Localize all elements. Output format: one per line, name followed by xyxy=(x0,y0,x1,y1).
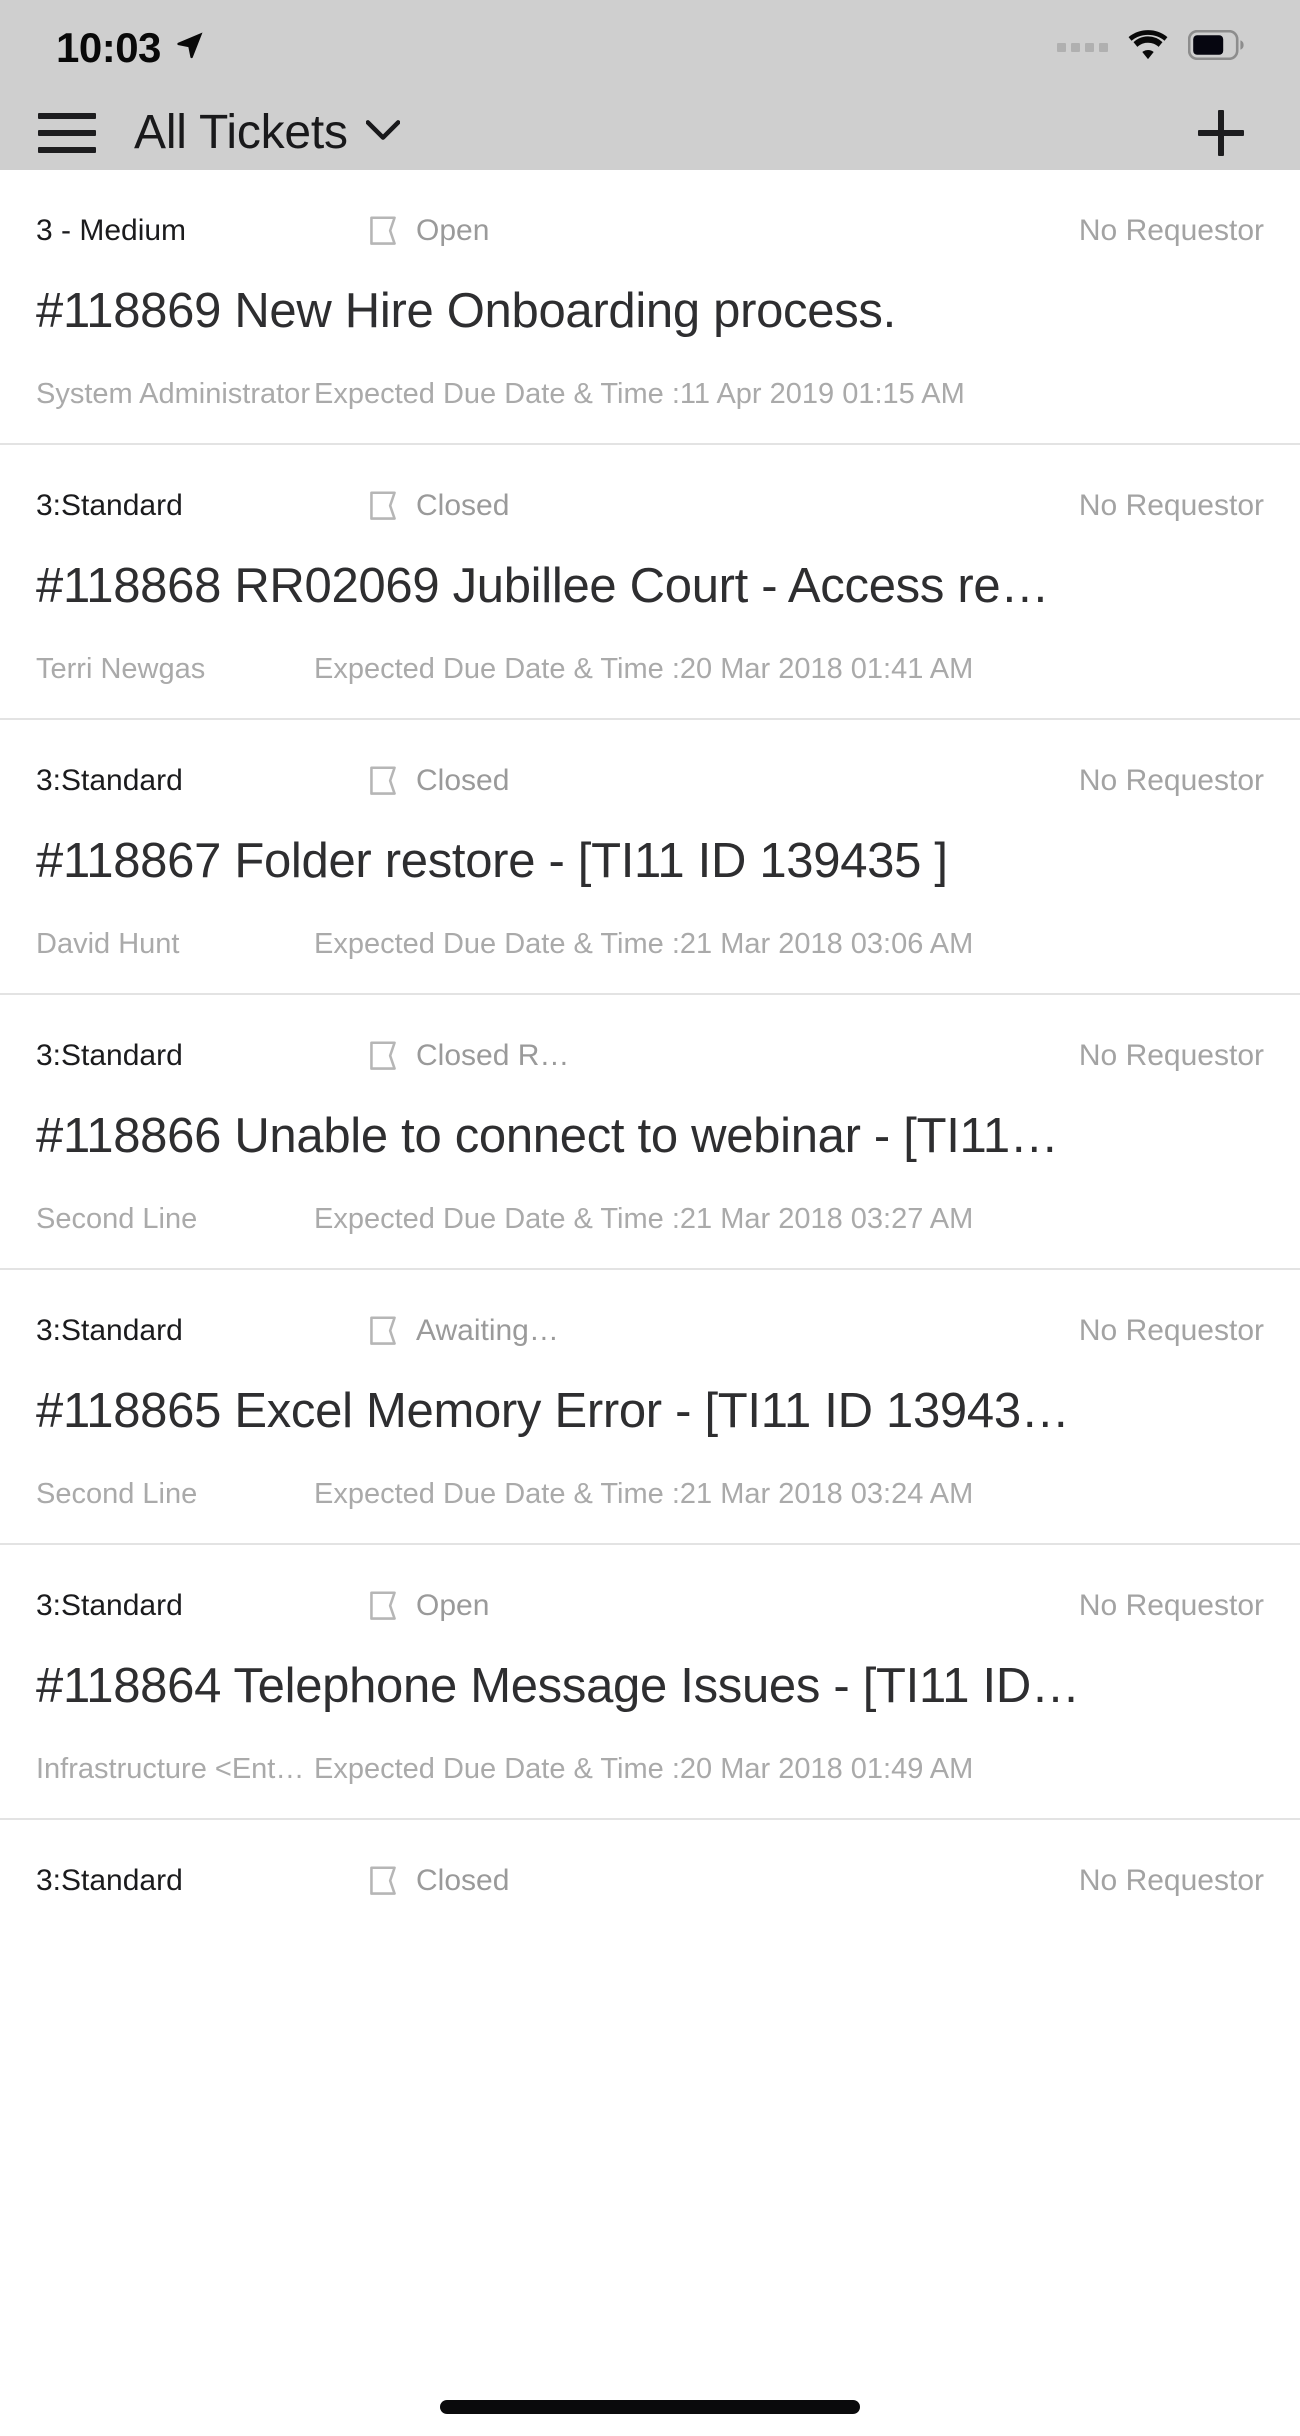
ticket-assignee: David Hunt xyxy=(36,929,180,959)
status-bar-right xyxy=(1057,29,1246,66)
ticket-footer-row: System Administrator Expected Due Date &… xyxy=(36,380,1264,409)
hamburger-menu-icon[interactable] xyxy=(38,110,96,156)
ticket-requestor: No Requestor xyxy=(1078,1590,1264,1621)
ticket-status: Awaiting… xyxy=(366,1314,766,1348)
ticket-meta-row: 3 - Medium Open No Requestor xyxy=(36,214,1264,248)
ticket-footer-row: David Hunt Expected Due Date & Time :21 … xyxy=(36,930,1264,959)
ticket-meta-row: 3:Standard Open No Requestor xyxy=(36,1589,1264,1623)
ticket-title: #118867 Folder restore - [TI11 ID 139435… xyxy=(36,835,948,888)
ticket-list-item[interactable]: 3:Standard Closed No Requestor #118868 R… xyxy=(0,445,1300,720)
chevron-down-icon xyxy=(365,119,401,146)
ticket-assignee: Infrastructure <Enter L… xyxy=(36,1754,314,1784)
wifi-icon xyxy=(1126,29,1170,66)
ticket-list-item[interactable]: 3:Standard Closed No Requestor xyxy=(0,1820,1300,1898)
ticket-status-label: Closed xyxy=(416,490,510,521)
ticket-requestor: No Requestor xyxy=(1078,1040,1264,1071)
app-root: 10:03 All Tickets 3 - Medium Open No Req… xyxy=(0,0,1300,2436)
ticket-meta-row: 3:Standard Closed R… No Requestor xyxy=(36,1039,1264,1073)
ticket-status: Open xyxy=(366,1589,766,1623)
ticket-list-item[interactable]: 3:Standard Open No Requestor #118864 Tel… xyxy=(0,1545,1300,1820)
view-selector[interactable]: All Tickets xyxy=(134,105,401,160)
flag-icon xyxy=(370,1591,396,1620)
ticket-footer-row: Terri Newgas Expected Due Date & Time :2… xyxy=(36,655,1264,684)
flag-icon xyxy=(370,1866,396,1895)
ticket-requestor: No Requestor xyxy=(1078,1315,1264,1346)
ticket-footer-row: Infrastructure <Enter L… Expected Due Da… xyxy=(36,1755,1264,1784)
ticket-status-label: Open xyxy=(416,216,490,246)
battery-icon xyxy=(1187,29,1246,65)
ticket-due-date: Expected Due Date & Time :21 Mar 2018 03… xyxy=(314,1204,974,1234)
ticket-priority: 3 - Medium xyxy=(36,216,187,246)
ticket-assignee: System Administrator xyxy=(36,379,310,409)
flag-icon xyxy=(370,216,396,245)
flag-icon xyxy=(370,1041,396,1070)
ticket-assignee: Second Line xyxy=(36,1479,198,1509)
ticket-meta-row: 3:Standard Closed No Requestor xyxy=(36,764,1264,798)
ticket-priority: 3:Standard xyxy=(36,1865,183,1896)
ticket-title: #118864 Telephone Message Issues - [TI11… xyxy=(36,1660,1080,1713)
status-bar-left: 10:03 xyxy=(56,24,205,72)
flag-icon xyxy=(370,1316,396,1345)
ticket-meta-row: 3:Standard Awaiting… No Requestor xyxy=(36,1314,1264,1348)
ticket-requestor: No Requestor xyxy=(1078,1865,1264,1896)
status-bar-clock: 10:03 xyxy=(56,23,161,71)
add-ticket-button[interactable] xyxy=(1190,102,1252,164)
flag-icon xyxy=(370,766,396,795)
flag-icon xyxy=(370,491,396,520)
ticket-due-date: Expected Due Date & Time :11 Apr 2019 01… xyxy=(314,379,965,409)
ticket-priority: 3:Standard xyxy=(36,1040,183,1071)
ticket-status: Closed xyxy=(366,764,766,798)
ticket-due-date: Expected Due Date & Time :21 Mar 2018 03… xyxy=(314,1479,974,1509)
ticket-status: Closed xyxy=(366,489,766,523)
ticket-meta-row: 3:Standard Closed No Requestor xyxy=(36,489,1264,523)
ticket-due-date: Expected Due Date & Time :20 Mar 2018 01… xyxy=(314,654,974,684)
ticket-status-label: Closed xyxy=(416,1865,510,1896)
ticket-priority: 3:Standard xyxy=(36,1590,183,1621)
ticket-footer-row: Second Line Expected Due Date & Time :21… xyxy=(36,1480,1264,1509)
ticket-list-item[interactable]: 3 - Medium Open No Requestor #118869 New… xyxy=(0,170,1300,445)
page-title: All Tickets xyxy=(134,106,348,159)
ticket-status-label: Closed xyxy=(416,765,510,796)
location-arrow-icon xyxy=(175,30,205,65)
ticket-priority: 3:Standard xyxy=(36,765,183,796)
ticket-assignee: Second Line xyxy=(36,1204,198,1234)
ticket-due-date: Expected Due Date & Time :20 Mar 2018 01… xyxy=(314,1754,974,1784)
ticket-priority: 3:Standard xyxy=(36,1315,183,1346)
ticket-list-item[interactable]: 3:Standard Closed No Requestor #118867 F… xyxy=(0,720,1300,995)
ticket-requestor: No Requestor xyxy=(1078,216,1264,246)
ticket-title: #118865 Excel Memory Error - [TI11 ID 13… xyxy=(36,1385,1070,1438)
ticket-meta-row: 3:Standard Closed No Requestor xyxy=(36,1864,1264,1898)
ticket-priority: 3:Standard xyxy=(36,490,183,521)
app-header: All Tickets xyxy=(0,95,1300,170)
ticket-list-item[interactable]: 3:Standard Awaiting… No Requestor #11886… xyxy=(0,1270,1300,1545)
ticket-status-label: Open xyxy=(416,1590,490,1621)
ticket-status-label: Awaiting… xyxy=(416,1315,559,1346)
ticket-list[interactable]: 3 - Medium Open No Requestor #118869 New… xyxy=(0,170,1300,2436)
ticket-title: #118869 New Hire Onboarding process. xyxy=(36,286,896,338)
ticket-requestor: No Requestor xyxy=(1078,490,1264,521)
home-indicator xyxy=(440,2400,860,2414)
signal-dots-icon xyxy=(1057,43,1108,52)
ticket-status-label: Closed R… xyxy=(416,1040,570,1071)
ticket-list-item[interactable]: 3:Standard Closed R… No Requestor #11886… xyxy=(0,995,1300,1270)
ticket-assignee: Terri Newgas xyxy=(36,654,206,684)
status-bar: 10:03 xyxy=(0,0,1300,95)
ticket-status: Closed xyxy=(366,1864,766,1898)
ticket-status: Closed R… xyxy=(366,1039,766,1073)
ticket-requestor: No Requestor xyxy=(1078,765,1264,796)
ticket-footer-row: Second Line Expected Due Date & Time :21… xyxy=(36,1205,1264,1234)
ticket-title: #118868 RR02069 Jubillee Court - Access … xyxy=(36,560,1050,613)
ticket-due-date: Expected Due Date & Time :21 Mar 2018 03… xyxy=(314,929,974,959)
ticket-status: Open xyxy=(366,214,766,248)
ticket-title: #118866 Unable to connect to webinar - [… xyxy=(36,1110,1059,1163)
